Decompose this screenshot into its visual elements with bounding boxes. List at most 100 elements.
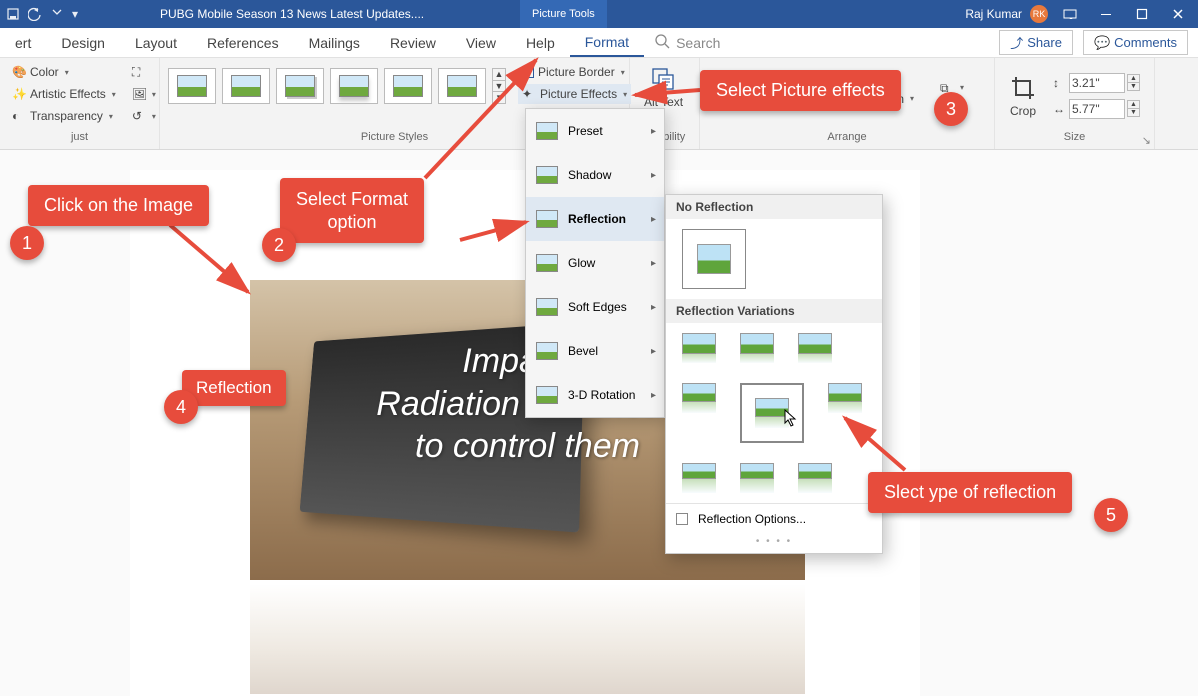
picture-border-button[interactable]: Picture Border▾ [518,62,631,82]
style-thumb[interactable] [330,68,378,104]
effects-bevel[interactable]: Bevel▸ [526,329,664,373]
maximize-icon[interactable] [1128,0,1156,28]
compress-button[interactable]: ⛶ [128,62,160,82]
style-thumb[interactable] [222,68,270,104]
crop-icon [1009,74,1037,102]
tab-references[interactable]: References [192,28,294,57]
transparency-icon: ◐ [12,109,26,123]
reset-picture-button[interactable]: ↺▾ [128,106,160,126]
effects-shadow[interactable]: Shadow▸ [526,153,664,197]
reset-icon: ↺ [132,109,146,123]
resize-grip-icon[interactable]: • • • • [666,534,882,553]
tab-design[interactable]: Design [46,28,120,57]
size-group-label: Size [1003,129,1146,145]
effects-glow[interactable]: Glow▸ [526,241,664,285]
style-thumb[interactable] [276,68,324,104]
reflection-variation[interactable] [828,383,862,413]
comments-button[interactable]: 💬Comments [1083,30,1188,55]
height-icon: ↕ [1053,76,1067,90]
alt-text-icon [650,66,678,94]
effects-3d-rotation[interactable]: 3-D Rotation▸ [526,373,664,417]
save-icon[interactable] [6,7,20,21]
arrange-group-label: Arrange [708,129,986,145]
compress-icon: ⛶ [132,65,146,79]
annotation-4: Reflection [182,370,286,406]
gallery-up-icon[interactable]: ▲ [493,69,505,80]
picture-styles-gallery[interactable]: ▲ ▼ ▾ [168,62,506,104]
variations-header: Reflection Variations [666,299,882,323]
picture-tools-tab[interactable]: Picture Tools [520,0,607,28]
no-reflection-option[interactable] [682,229,746,289]
effects-soft-edges[interactable]: Soft Edges▸ [526,285,664,329]
annotation-badge-4: 4 [164,390,198,424]
ribbon-options-icon[interactable] [1056,0,1084,28]
reflection-variation[interactable] [682,333,716,363]
annotation-badge-3: 3 [934,92,968,126]
reflection-options-button[interactable]: Reflection Options... [666,503,882,534]
border-icon [522,66,534,78]
alt-text-button[interactable]: Alt Text [638,62,689,113]
effects-preset[interactable]: Preset▸ [526,109,664,153]
reflection-variation[interactable] [740,463,774,493]
spinner-down-icon[interactable]: ▼ [1128,108,1139,116]
style-thumb[interactable] [384,68,432,104]
title-bar: ▾ PUBG Mobile Season 13 News Latest Upda… [0,0,1198,28]
annotation-2: Select Formatoption [280,178,424,243]
adjust-group-label: just [8,129,151,145]
search-icon[interactable] [654,33,670,52]
annotation-badge-2: 2 [262,228,296,262]
reflection-variation[interactable] [798,333,832,363]
reflection-variation[interactable] [740,333,774,363]
tab-mailings[interactable]: Mailings [294,28,375,57]
effects-icon: ✦ [522,87,536,101]
user-name[interactable]: Raj Kumar [965,7,1022,21]
checkbox-icon [676,513,688,525]
minimize-icon[interactable] [1092,0,1120,28]
document-title: PUBG Mobile Season 13 News Latest Update… [160,7,424,21]
dialog-launcher-icon[interactable]: ↘ [1142,134,1151,147]
crop-button[interactable]: Crop [1003,70,1043,122]
undo-icon[interactable] [28,7,42,21]
change-pic-icon: 🖼 [132,87,146,101]
close-icon[interactable] [1164,0,1192,28]
tab-insert[interactable]: ert [0,28,46,57]
change-picture-button[interactable]: 🖼▾ [128,84,160,104]
share-button[interactable]: ⤴Share [999,30,1073,55]
search-input[interactable]: Search [676,35,720,51]
annotation-1: Click on the Image [28,185,209,226]
artistic-icon: ✨ [12,87,26,101]
color-icon: 🎨 [12,65,26,79]
width-input[interactable]: 5.77" [1069,99,1125,119]
tab-review[interactable]: Review [375,28,451,57]
spinner-down-icon[interactable]: ▼ [1128,82,1139,90]
reflection-submenu: No Reflection Reflection Variations Refl… [665,194,883,554]
transparency-button[interactable]: ◐Transparency▾ [8,106,120,126]
color-button[interactable]: 🎨Color▾ [8,62,120,82]
tab-format[interactable]: Format [570,28,644,57]
annotation-3: Select Picture effects [700,70,901,111]
width-icon: ↔ [1053,102,1067,116]
gallery-down-icon[interactable]: ▼ [493,80,505,92]
reflection-variation[interactable] [798,463,832,493]
cursor-icon [784,409,798,427]
gallery-more-icon[interactable]: ▾ [493,91,505,103]
artistic-effects-button[interactable]: ✨Artistic Effects▾ [8,84,120,104]
share-icon: ⤴ [1010,33,1023,52]
style-thumb[interactable] [168,68,216,104]
image-reflection [250,584,805,694]
spinner-up-icon[interactable]: ▲ [1128,75,1139,82]
tab-layout[interactable]: Layout [120,28,192,57]
reflection-variation[interactable] [682,383,716,413]
spinner-up-icon[interactable]: ▲ [1128,101,1139,108]
tab-view[interactable]: View [451,28,511,57]
avatar[interactable]: RK [1030,5,1048,23]
annotation-badge-1: 1 [10,226,44,260]
effects-reflection[interactable]: Reflection▸ [526,197,664,241]
picture-effects-button[interactable]: ✦Picture Effects▾ [518,84,631,104]
annotation-5: Slect ype of reflection [868,472,1072,513]
style-thumb[interactable] [438,68,486,104]
height-input[interactable]: 3.21" [1069,73,1125,93]
redo-icon[interactable] [50,7,64,21]
reflection-variation[interactable] [682,463,716,493]
tab-help[interactable]: Help [511,28,570,57]
